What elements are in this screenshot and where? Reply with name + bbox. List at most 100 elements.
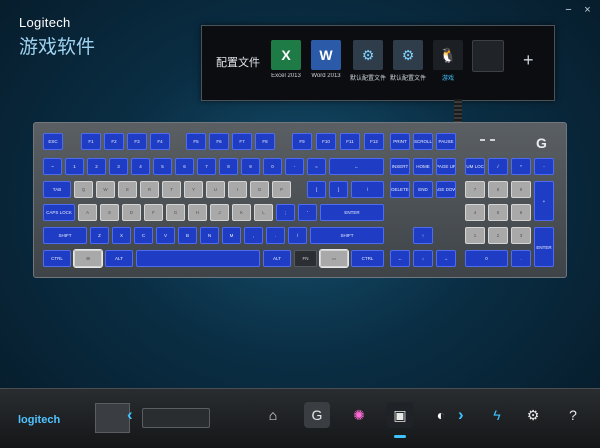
key-num-multiply[interactable]: * [511, 158, 531, 175]
help-icon[interactable]: ? [560, 402, 586, 428]
key-left-ctrl[interactable]: CTRL [43, 250, 71, 267]
key-e[interactable]: E [118, 181, 137, 198]
key-num-5[interactable]: 5 [488, 204, 508, 221]
key-delete[interactable]: DELETE [390, 181, 410, 198]
key-scroll-lock[interactable]: SCROLL [413, 133, 433, 150]
key-z[interactable]: Z [90, 227, 109, 244]
lighting-icon[interactable]: ✺ [346, 402, 372, 428]
key-f5[interactable]: F5 [186, 133, 206, 150]
key-left-bracket[interactable]: [ [307, 181, 326, 198]
key-space[interactable] [136, 250, 260, 267]
key-windows[interactable]: ⊞ [73, 249, 103, 268]
key-o[interactable]: O [250, 181, 269, 198]
key-f11[interactable]: F11 [340, 133, 360, 150]
key-7[interactable]: 7 [197, 158, 216, 175]
key-left-alt[interactable]: ALT [105, 250, 133, 267]
chevron-right-icon[interactable]: › [458, 405, 464, 425]
key-f1[interactable]: F1 [81, 133, 101, 150]
key-num-2[interactable]: 2 [488, 227, 508, 244]
key-c[interactable]: C [134, 227, 153, 244]
key-arrow-right[interactable]: → [436, 250, 456, 267]
key-home[interactable]: HOME [413, 158, 433, 175]
key-9[interactable]: 9 [241, 158, 260, 175]
profile-word[interactable]: W Word 2013 [308, 40, 344, 79]
key-backspace[interactable]: ← [329, 158, 384, 175]
key-t[interactable]: T [162, 181, 181, 198]
key-v[interactable]: V [156, 227, 175, 244]
g-key-icon[interactable]: G [304, 402, 330, 428]
key-u[interactable]: U [206, 181, 225, 198]
key-tilde[interactable]: ~ [43, 158, 62, 175]
lightning-icon[interactable]: ϟ [484, 402, 510, 428]
key-n[interactable]: N [200, 227, 219, 244]
key-num-0[interactable]: 0 [465, 250, 508, 267]
key-page-up[interactable]: PAGE UP [436, 158, 456, 175]
key-quote[interactable]: ' [298, 204, 317, 221]
key-comma[interactable]: , [244, 227, 263, 244]
key-f12[interactable]: F12 [364, 133, 384, 150]
key-num-decimal[interactable]: . [511, 250, 531, 267]
key-8[interactable]: 8 [219, 158, 238, 175]
key-esc[interactable]: ESC [43, 133, 63, 150]
profile-default-2[interactable]: ⚙ 默认配置文件 [390, 40, 426, 82]
key-p[interactable]: P [272, 181, 291, 198]
key-backslash[interactable]: \ [351, 181, 384, 198]
chevron-left-icon[interactable]: ‹ [127, 405, 133, 425]
key-period[interactable]: . [266, 227, 285, 244]
key-d[interactable]: D [122, 204, 141, 221]
key-r[interactable]: R [140, 181, 159, 198]
key-num-7[interactable]: 7 [465, 181, 485, 198]
profile-empty-slot[interactable] [470, 40, 506, 72]
key-caps-lock[interactable]: CAPS LOCK [43, 204, 75, 221]
key-x[interactable]: X [112, 227, 131, 244]
profile-default-1[interactable]: ⚙ 默认配置文件 [350, 40, 386, 82]
key-insert[interactable]: INSERT [390, 158, 410, 175]
key-q[interactable]: Q [74, 181, 93, 198]
key-2[interactable]: 2 [87, 158, 106, 175]
key-b[interactable]: B [178, 227, 197, 244]
key-w[interactable]: W [96, 181, 115, 198]
key-fn[interactable]: FN [294, 250, 317, 267]
key-f[interactable]: F [144, 204, 163, 221]
key-page-down[interactable]: PAGE DOWN [436, 181, 456, 198]
key-f4[interactable]: F4 [150, 133, 170, 150]
key-1[interactable]: 1 [65, 158, 84, 175]
key-num-enter[interactable]: ENTER [534, 227, 554, 267]
key-f3[interactable]: F3 [127, 133, 147, 150]
key-arrow-up[interactable]: ↑ [413, 227, 433, 244]
key-f9[interactable]: F9 [292, 133, 312, 150]
key-s[interactable]: S [100, 204, 119, 221]
key-num-divide[interactable]: / [488, 158, 508, 175]
close-button[interactable]: × [579, 2, 596, 17]
key-3[interactable]: 3 [109, 158, 128, 175]
key-equal[interactable]: = [307, 158, 326, 175]
key-slash[interactable]: / [288, 227, 307, 244]
key-num-3[interactable]: 3 [511, 227, 531, 244]
key-6[interactable]: 6 [175, 158, 194, 175]
key-print-screen[interactable]: PRINT [390, 133, 410, 150]
key-arrow-down[interactable]: ↓ [413, 250, 433, 267]
key-minus[interactable]: - [285, 158, 304, 175]
key-j[interactable]: J [210, 204, 229, 221]
keyboard-heatmap-icon[interactable]: ▣ [387, 402, 413, 438]
key-g[interactable]: G [166, 204, 185, 221]
key-m[interactable]: M [222, 227, 241, 244]
key-i[interactable]: I [228, 181, 247, 198]
key-h[interactable]: H [188, 204, 207, 221]
key-f8[interactable]: F8 [255, 133, 275, 150]
device-thumbnail[interactable] [95, 403, 130, 433]
key-num-4[interactable]: 4 [465, 204, 485, 221]
key-num-9[interactable]: 9 [511, 181, 531, 198]
key-l[interactable]: L [254, 204, 273, 221]
key-tab[interactable]: TAB [43, 181, 71, 198]
key-f2[interactable]: F2 [104, 133, 124, 150]
minimize-button[interactable]: − [560, 2, 577, 17]
key-right-ctrl[interactable]: CTRL [351, 250, 384, 267]
key-num-subtract[interactable]: - [534, 158, 554, 175]
pointer-icon[interactable]: ◐ [428, 402, 454, 428]
key-pause[interactable]: PAUSE [436, 133, 456, 150]
key-left-shift[interactable]: SHIFT [43, 227, 87, 244]
key-k[interactable]: K [232, 204, 251, 221]
key-right-alt[interactable]: ALT [263, 250, 291, 267]
key-f10[interactable]: F10 [316, 133, 336, 150]
